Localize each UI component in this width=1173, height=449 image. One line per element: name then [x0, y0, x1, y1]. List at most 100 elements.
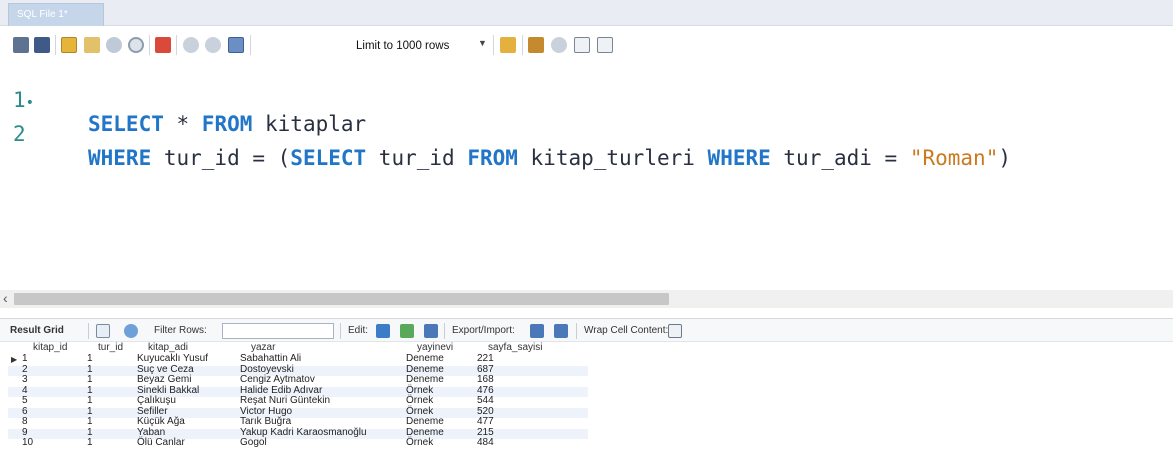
rollback-icon[interactable]	[205, 37, 221, 53]
table-cell[interactable]: Örnek	[406, 385, 433, 396]
table-cell[interactable]: Deneme	[406, 374, 444, 385]
sql-toolbar: Limit to 1000 rows ▼	[0, 26, 1173, 64]
table-cell[interactable]: 1	[87, 395, 93, 406]
table-cell[interactable]: Çalıkuşu	[137, 395, 176, 406]
table-cell[interactable]: 2	[22, 364, 28, 375]
table-cell[interactable]: 687	[477, 364, 494, 375]
table-cell[interactable]: 221	[477, 353, 494, 364]
column-header-yazar[interactable]: yazar	[251, 342, 275, 353]
table-cell[interactable]: 8	[22, 416, 28, 427]
table-cell[interactable]: Sinekli Bakkal	[137, 385, 199, 396]
table-cell[interactable]: Victor Hugo	[240, 406, 292, 417]
code-text: WHERE tur_id = (SELECT tur_id FROM kitap…	[88, 146, 1012, 170]
table-cell[interactable]: 520	[477, 406, 494, 417]
column-header-sayfa-sayisi[interactable]: sayfa_sayisi	[488, 342, 542, 353]
tab-sql-file[interactable]: SQL File 1*	[8, 3, 104, 26]
table-cell[interactable]: Kuyucaklı Yusuf	[137, 353, 208, 364]
table-cell[interactable]: 10	[22, 437, 33, 448]
column-header-kitap-id[interactable]: kitap_id	[33, 342, 67, 353]
table-cell[interactable]: 1	[87, 385, 93, 396]
scroll-left-icon[interactable]: ‹	[3, 290, 8, 306]
table-cell[interactable]: Örnek	[406, 395, 433, 406]
edit-row-icon[interactable]	[376, 324, 390, 338]
table-cell[interactable]: Ölü Canlar	[137, 437, 185, 448]
table-cell[interactable]: Dostoyevski	[240, 364, 294, 375]
table-cell[interactable]: Gogol	[240, 437, 267, 448]
table-cell[interactable]: 215	[477, 427, 494, 438]
find-icon[interactable]	[528, 37, 544, 53]
word-wrap-icon[interactable]	[597, 37, 613, 53]
search-icon[interactable]	[551, 37, 567, 53]
refresh-icon[interactable]	[124, 324, 138, 338]
table-cell[interactable]: Reşat Nuri Güntekin	[240, 395, 330, 406]
table-cell[interactable]: 5	[22, 395, 28, 406]
column-header-yayinevi[interactable]: yayinevi	[417, 342, 453, 353]
table-cell[interactable]: Tarık Buğra	[240, 416, 291, 427]
table-cell[interactable]: Suç ve Ceza	[137, 364, 194, 375]
table-cell[interactable]: 1	[87, 353, 93, 364]
grid-view-icon[interactable]	[96, 324, 110, 338]
insert-row-icon[interactable]	[400, 324, 414, 338]
beautify-icon[interactable]	[500, 37, 516, 53]
column-header-tur-id[interactable]: tur_id	[98, 342, 123, 353]
table-cell[interactable]: 477	[477, 416, 494, 427]
table-cell[interactable]: Sefiller	[137, 406, 168, 417]
table-cell[interactable]: Küçük Ağa	[137, 416, 185, 427]
column-header-kitap-adi[interactable]: kitap_adi	[148, 342, 188, 353]
table-cell[interactable]: 1	[87, 364, 93, 375]
table-row[interactable]: ▶ 1 1 Kuyucaklı Yusuf Sabahattin Ali Deneme 22…	[8, 353, 588, 366]
table-cell[interactable]: 6	[22, 406, 28, 417]
table-cell[interactable]: Deneme	[406, 353, 444, 364]
chevron-down-icon[interactable]: ▼	[478, 38, 487, 48]
table-cell[interactable]: 9	[22, 427, 28, 438]
table-cell[interactable]: Halide Edib Adıvar	[240, 385, 322, 396]
sql-editor[interactable]: 1• SELECT * FROM kitaplar 2 WHERE tur_id…	[0, 64, 1173, 214]
execute-icon[interactable]	[61, 37, 77, 53]
scrollbar-thumb[interactable]	[14, 293, 669, 305]
table-cell[interactable]: 1	[87, 374, 93, 385]
stop-icon[interactable]	[128, 37, 144, 53]
open-file-icon[interactable]	[13, 37, 29, 53]
table-cell[interactable]: Sabahattin Ali	[240, 353, 301, 364]
result-grid-label[interactable]: Result Grid	[10, 325, 64, 336]
table-row[interactable]: 9 1 Yaban Yakup Kadri Karaosmanoğlu Deneme 21…	[8, 427, 588, 439]
table-cell[interactable]: 484	[477, 437, 494, 448]
commit-icon[interactable]	[183, 37, 199, 53]
table-cell[interactable]: 1	[87, 416, 93, 427]
autocommit-icon[interactable]	[228, 37, 244, 53]
wrap-cell-icon[interactable]	[668, 324, 682, 338]
table-cell[interactable]: 476	[477, 385, 494, 396]
table-row[interactable]: 10 1 Ölü Canlar Gogol Örnek 484	[8, 437, 588, 449]
table-cell[interactable]: Deneme	[406, 416, 444, 427]
table-cell[interactable]: 1	[87, 437, 93, 448]
import-icon[interactable]	[554, 324, 568, 338]
table-cell[interactable]: 168	[477, 374, 494, 385]
table-row[interactable]: 5 1 Çalıkuşu Reşat Nuri Güntekin Örnek 544	[8, 395, 588, 408]
toggle-error-icon[interactable]	[155, 37, 171, 53]
editor-horizontal-scrollbar[interactable]: ‹	[0, 290, 1173, 308]
execute-current-icon[interactable]	[84, 37, 100, 53]
table-cell[interactable]: Örnek	[406, 406, 433, 417]
export-icon[interactable]	[530, 324, 544, 338]
explain-icon[interactable]	[106, 37, 122, 53]
table-cell[interactable]: 1	[22, 353, 28, 364]
filter-rows-input[interactable]	[222, 323, 334, 339]
table-cell[interactable]: 1	[87, 427, 93, 438]
save-icon[interactable]	[34, 37, 50, 53]
table-cell[interactable]: 1	[87, 406, 93, 417]
table-cell[interactable]: Deneme	[406, 364, 444, 375]
table-cell[interactable]: Cengiz Aytmatov	[240, 374, 315, 385]
table-cell[interactable]: Yaban	[137, 427, 165, 438]
table-cell[interactable]: Beyaz Gemi	[137, 374, 191, 385]
code-text: SELECT * FROM kitaplar	[88, 112, 367, 136]
table-cell[interactable]: Örnek	[406, 437, 433, 448]
delete-row-icon[interactable]	[424, 324, 438, 338]
table-cell[interactable]: 544	[477, 395, 494, 406]
invisible-chars-icon[interactable]	[574, 37, 590, 53]
table-row[interactable]: 6 1 Sefiller Victor Hugo Örnek 520	[8, 406, 588, 418]
table-cell[interactable]: Yakup Kadri Karaosmanoğlu	[240, 427, 367, 438]
table-cell[interactable]: Deneme	[406, 427, 444, 438]
table-cell[interactable]: 3	[22, 374, 28, 385]
limit-rows-select[interactable]: Limit to 1000 rows	[356, 35, 449, 57]
table-cell[interactable]: 4	[22, 385, 28, 396]
